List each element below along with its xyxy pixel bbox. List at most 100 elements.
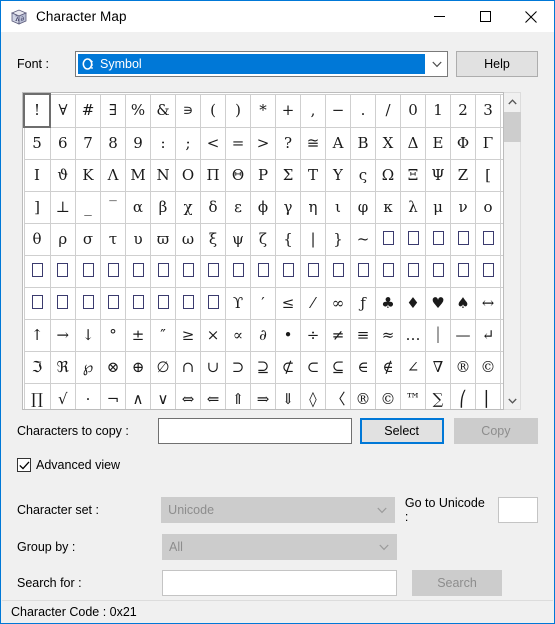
character-cell[interactable] bbox=[475, 255, 501, 288]
character-set-combobox[interactable]: Unicode bbox=[161, 497, 395, 523]
character-cell[interactable]: ℑ bbox=[23, 351, 51, 384]
character-cell[interactable]: Μ bbox=[125, 159, 151, 192]
character-cell[interactable]: ρ bbox=[49, 223, 76, 256]
character-cell[interactable]: ⊆ bbox=[325, 351, 351, 384]
character-cell[interactable]: 9 bbox=[125, 126, 151, 160]
character-cell[interactable]: ± bbox=[125, 319, 151, 352]
character-cell[interactable]: [ bbox=[475, 159, 501, 192]
character-cell[interactable]: ≠ bbox=[325, 319, 351, 352]
minimize-button[interactable] bbox=[416, 1, 462, 32]
character-cell[interactable]: ∂ bbox=[250, 319, 276, 352]
character-cell[interactable]: Φ bbox=[450, 126, 476, 160]
character-cell[interactable]: η bbox=[300, 191, 326, 224]
character-cell[interactable]: ♣ bbox=[375, 287, 401, 320]
character-cell[interactable]: ∨ bbox=[150, 383, 176, 409]
character-cell[interactable] bbox=[125, 287, 151, 320]
character-cell[interactable]: _ bbox=[75, 191, 101, 224]
character-cell[interactable]: Γ bbox=[475, 126, 501, 160]
character-cell[interactable]: Ο bbox=[175, 159, 201, 192]
character-cell[interactable]: | bbox=[300, 223, 326, 256]
character-cell[interactable]: ¬ bbox=[100, 383, 126, 409]
character-cell[interactable]: θ bbox=[23, 223, 51, 256]
character-cell[interactable]: Ε bbox=[425, 126, 451, 160]
character-cell[interactable]: > bbox=[250, 126, 276, 160]
character-cell[interactable]: κ bbox=[375, 191, 401, 224]
character-cell[interactable]: χ bbox=[175, 191, 201, 224]
character-cell[interactable]: ƒ bbox=[350, 287, 376, 320]
maximize-button[interactable] bbox=[462, 1, 508, 32]
character-cell[interactable]: ℜ bbox=[49, 351, 76, 384]
character-cell[interactable]: ? bbox=[275, 126, 301, 160]
character-cell[interactable]: Λ bbox=[100, 159, 126, 192]
character-cell[interactable]: σ bbox=[75, 223, 101, 256]
character-cell[interactable] bbox=[375, 255, 401, 288]
character-cell[interactable]: β bbox=[150, 191, 176, 224]
character-cell[interactable]: ™ bbox=[400, 383, 426, 409]
character-cell[interactable] bbox=[175, 287, 201, 320]
character-cell[interactable]: ≅ bbox=[300, 126, 326, 160]
character-cell[interactable]: . bbox=[350, 93, 376, 128]
character-cell[interactable]: Σ bbox=[275, 159, 301, 192]
character-cell[interactable] bbox=[225, 255, 251, 288]
chevron-up-icon[interactable] bbox=[504, 93, 521, 110]
character-cell[interactable] bbox=[100, 287, 126, 320]
character-cell[interactable]: © bbox=[375, 383, 401, 409]
character-cell[interactable]: ϑ bbox=[49, 159, 76, 192]
scrollbar-thumb[interactable] bbox=[503, 112, 521, 142]
character-cell[interactable]: ° bbox=[100, 319, 126, 352]
character-cell[interactable]: # bbox=[75, 93, 101, 128]
character-cell[interactable] bbox=[23, 255, 51, 288]
character-cell[interactable]: Ν bbox=[150, 159, 176, 192]
character-cell[interactable]: ξ bbox=[200, 223, 226, 256]
character-cell[interactable] bbox=[450, 255, 476, 288]
character-cell[interactable]: ϖ bbox=[150, 223, 176, 256]
chevron-down-icon[interactable] bbox=[427, 52, 447, 76]
character-cell[interactable]: Ψ bbox=[425, 159, 451, 192]
help-button[interactable]: Help bbox=[456, 51, 538, 77]
character-cell[interactable]: δ bbox=[200, 191, 226, 224]
character-cell[interactable]: Ξ bbox=[400, 159, 426, 192]
character-cell[interactable]: γ bbox=[275, 191, 301, 224]
character-cell[interactable] bbox=[75, 255, 101, 288]
character-cell[interactable]: ″ bbox=[150, 319, 176, 352]
chevron-down-icon[interactable] bbox=[504, 392, 521, 409]
character-cell[interactable]: Δ bbox=[400, 126, 426, 160]
character-cell[interactable]: ) bbox=[225, 93, 251, 128]
advanced-view-checkbox-row[interactable]: Advanced view bbox=[17, 458, 120, 472]
character-cell[interactable]: … bbox=[400, 319, 426, 352]
character-cell[interactable]: Υ bbox=[325, 159, 351, 192]
character-cell[interactable]: ∍ bbox=[175, 93, 201, 128]
character-cell[interactable]: ♠ bbox=[450, 287, 476, 320]
character-cell[interactable]: ∉ bbox=[375, 351, 401, 384]
character-cell[interactable]: ϒ bbox=[225, 287, 251, 320]
character-cell[interactable]: ⇔ bbox=[175, 383, 201, 409]
character-cell[interactable] bbox=[200, 287, 226, 320]
character-cell[interactable]: < bbox=[200, 126, 226, 160]
character-cell[interactable]: ® bbox=[450, 351, 476, 384]
character-cell[interactable]: υ bbox=[125, 223, 151, 256]
character-cell[interactable]: : bbox=[150, 126, 176, 160]
character-cell[interactable] bbox=[450, 223, 476, 256]
character-cell[interactable]: ζ bbox=[250, 223, 276, 256]
character-cell[interactable]: Β bbox=[350, 126, 376, 160]
character-cell[interactable]: 0 bbox=[400, 93, 426, 128]
character-cell[interactable]: / bbox=[375, 93, 401, 128]
character-cell[interactable]: ⇒ bbox=[250, 383, 276, 409]
character-cell[interactable] bbox=[275, 255, 301, 288]
character-cell[interactable]: ; bbox=[175, 126, 201, 160]
character-cell[interactable]: ∧ bbox=[125, 383, 151, 409]
character-cell[interactable]: * bbox=[250, 93, 276, 128]
character-cell[interactable]: • bbox=[275, 319, 301, 352]
character-cell[interactable]: ⊃ bbox=[225, 351, 251, 384]
character-cell[interactable]: ! bbox=[23, 93, 51, 128]
character-cell[interactable]: ® bbox=[350, 383, 376, 409]
character-cell[interactable]: ι bbox=[325, 191, 351, 224]
character-cell[interactable] bbox=[425, 223, 451, 256]
character-cell[interactable]: + bbox=[275, 93, 301, 128]
character-cell[interactable]: ο bbox=[475, 191, 501, 224]
character-cell[interactable]: → bbox=[49, 319, 76, 352]
character-cell[interactable] bbox=[300, 255, 326, 288]
character-cell[interactable]: ∪ bbox=[200, 351, 226, 384]
character-cell[interactable]: × bbox=[200, 319, 226, 352]
character-cell[interactable]: ] bbox=[23, 191, 51, 224]
